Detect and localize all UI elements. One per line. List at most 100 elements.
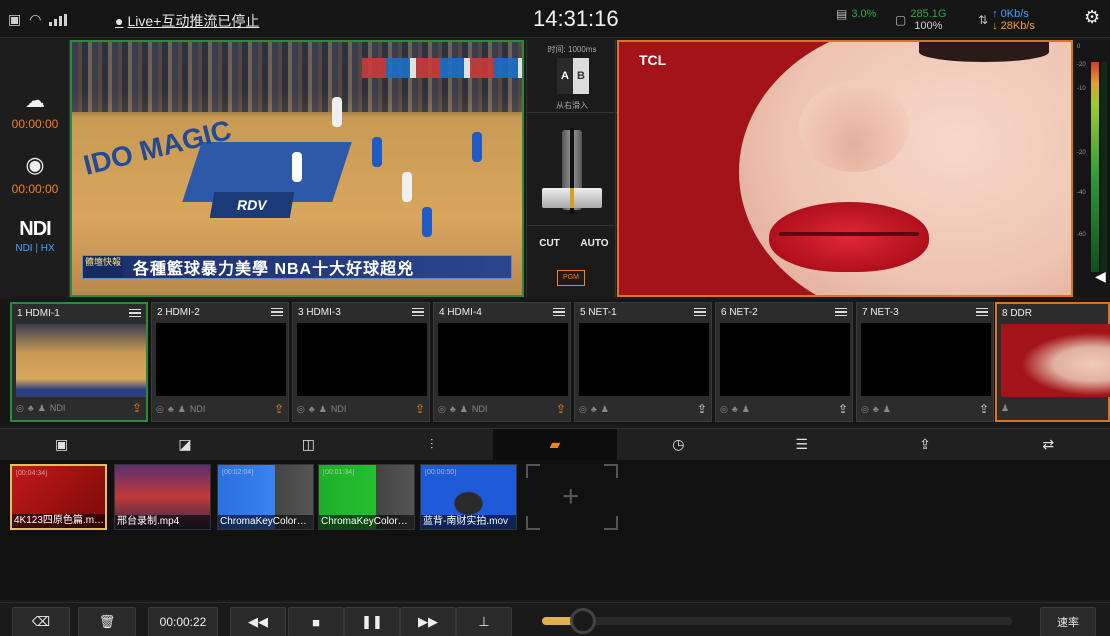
upload-rate: ↑ 0Kb/s <box>992 8 1029 20</box>
push-icon[interactable]: ⇪ <box>979 402 989 416</box>
media-duration: [00:04:34] <box>16 470 48 477</box>
delete-button[interactable]: ⌫ <box>12 607 70 636</box>
playback-controls: ⌫ 🗑 00:00:22 ◀◀ ■ ❚❚ ▶▶ ⊥ 速率 <box>0 602 1110 636</box>
mixer-icon: ⫶ <box>429 436 434 452</box>
upload-cloud-icon: ⇪ <box>919 436 931 452</box>
backspace-icon: ⌫ <box>31 614 51 629</box>
media-item[interactable]: [00:02:04] ChromaKeyColorB… <box>217 464 314 530</box>
audio-icon: ♣ <box>731 403 738 414</box>
tab-mixer[interactable]: ⫶ <box>370 429 493 460</box>
output-panel: ☁ 00:00:00 ◉ 00:00:00 NDI NDI | HX <box>0 40 70 297</box>
bell-icon: ● <box>115 13 124 29</box>
clear-button[interactable]: 🗑 <box>78 607 136 636</box>
auto-button[interactable]: AUTO <box>572 238 617 249</box>
tab-upload[interactable]: ⇪ <box>863 429 986 460</box>
audio-icon: ♣ <box>167 403 174 414</box>
settings-gear-icon[interactable]: ⚙ <box>1084 8 1102 26</box>
tab-timer[interactable]: ◷ <box>617 429 740 460</box>
menu-icon[interactable] <box>129 308 141 318</box>
speed-button[interactable]: 速率 <box>1040 607 1096 636</box>
divider <box>527 225 617 226</box>
fast-forward-button[interactable]: ▶▶ <box>400 607 456 636</box>
push-icon[interactable]: ⇪ <box>274 402 284 416</box>
media-tabs: ▣ ◪ ◫ ⫶ ▰ ◷ ☰ ⇪ ⇄ <box>0 428 1110 460</box>
playback-progress[interactable] <box>542 608 1012 634</box>
cloud-stream-icon: ☁ <box>25 90 45 112</box>
person-icon: ♟ <box>600 403 609 414</box>
source-tile-hdmi-2[interactable]: 2 HDMI-2 ◎ ♣ ♟ NDI ⇪ <box>151 302 289 422</box>
transition-effect-button[interactable]: A B <box>557 58 589 94</box>
player <box>332 97 342 127</box>
pause-icon: ❚❚ <box>361 614 383 629</box>
stream-control[interactable]: ☁ 00:00:00 <box>0 88 70 131</box>
tab-image[interactable]: ▣ <box>0 429 123 460</box>
add-media-button[interactable]: + <box>526 464 618 530</box>
source-label: 3 HDMI-3 <box>298 306 341 318</box>
push-icon: ⊥ <box>478 614 490 629</box>
push-icon[interactable]: ⇪ <box>697 402 707 416</box>
menu-icon[interactable] <box>553 307 565 317</box>
source-tile-net-1[interactable]: 5 NET-1 ◎ ♣ ♟ ⇪ <box>574 302 712 422</box>
court-logo: RDV <box>209 192 295 218</box>
audio-icon: ♣ <box>872 403 879 414</box>
menu-icon[interactable] <box>271 307 283 317</box>
source-thumbnail <box>579 323 709 396</box>
source-tile-hdmi-4[interactable]: 4 HDMI-4 ◎ ♣ ♟ NDI ⇪ <box>433 302 571 422</box>
push-to-program-button[interactable]: ⊥ <box>456 607 512 636</box>
person-icon: ♟ <box>318 403 327 414</box>
source-tile-net-2[interactable]: 6 NET-2 ◎ ♣ ♟ ⇪ <box>715 302 853 422</box>
media-item[interactable]: [00:01:34] ChromaKeyColorG… <box>318 464 415 530</box>
t-bar-handle[interactable] <box>542 188 602 208</box>
live-stream-status[interactable]: ● Live+互动推流已停止 <box>115 11 259 31</box>
push-icon[interactable]: ⇪ <box>415 402 425 416</box>
tab-overlay[interactable]: ◪ <box>123 429 246 460</box>
tab-pip[interactable]: ◫ <box>247 429 370 460</box>
push-icon[interactable]: ⇪ <box>838 402 848 416</box>
media-name: 4K123四原色篇.mp4 <box>12 514 105 528</box>
tab-list[interactable]: ☰ <box>740 429 863 460</box>
folder-icon: ▰ <box>549 436 561 452</box>
source-foot-label: NDI <box>471 403 488 414</box>
player <box>292 152 302 182</box>
transition-panel: 时间: 1000ms A B 从右滑入 CUT AUTO PGM <box>526 40 617 297</box>
source-thumbnail <box>16 324 146 397</box>
ndi-control[interactable]: NDI NDI | HX <box>0 218 70 254</box>
swap-icon: ⇄ <box>1042 436 1055 452</box>
cut-button[interactable]: CUT <box>527 238 572 249</box>
source-tile-ddr[interactable]: 8 DDR ♟ <box>995 302 1110 422</box>
eye-shadow <box>919 42 1049 62</box>
record-control[interactable]: ◉ 00:00:00 <box>0 152 70 196</box>
source-tile-hdmi-1[interactable]: 1 HDMI-1 ◎ ♣ ♟ NDI ⇪ <box>10 302 148 422</box>
rewind-button[interactable]: ◀◀ <box>230 607 286 636</box>
person-icon: ♟ <box>882 403 891 414</box>
speaker-icon[interactable]: ◀ <box>1095 268 1106 285</box>
transition-time: 时间: 1000ms <box>547 45 597 54</box>
system-clock: 14:31:16 <box>533 6 619 31</box>
push-icon[interactable]: ⇪ <box>556 402 566 416</box>
media-item[interactable]: [00:00:50] 蓝背-南财实拍.mov <box>420 464 517 530</box>
source-tile-hdmi-3[interactable]: 3 HDMI-3 ◎ ♣ ♟ NDI ⇪ <box>292 302 430 422</box>
media-item[interactable]: [00:04:34] 4K123四原色篇.mp4 <box>10 464 107 530</box>
preview-monitor[interactable]: IDO MAGIC RDV 體壇快報 各種籃球暴力美學 NBA十大好球超兇 <box>70 40 524 297</box>
storage-icon: ▢ <box>895 13 907 27</box>
menu-icon[interactable] <box>694 307 706 317</box>
menu-icon[interactable] <box>835 307 847 317</box>
arena-ads <box>362 58 522 78</box>
stop-button[interactable]: ■ <box>288 607 344 636</box>
push-icon[interactable]: ⇪ <box>132 401 142 415</box>
media-item[interactable]: 邢台录制.mp4 <box>114 464 211 530</box>
tab-media-files[interactable]: ▰ <box>493 429 617 460</box>
pause-button[interactable]: ❚❚ <box>344 607 400 636</box>
tab-swap[interactable]: ⇄ <box>987 429 1110 460</box>
program-monitor[interactable]: TCL <box>617 40 1073 297</box>
subtitle-text: 各種籃球暴力美學 NBA十大好球超兇 <box>133 261 415 278</box>
source-thumbnail <box>720 323 850 396</box>
source-tile-net-3[interactable]: 7 NET-3 ◎ ♣ ♟ ⇪ <box>856 302 994 422</box>
menu-icon[interactable] <box>412 307 424 317</box>
ndi-mode: NDI | HX <box>15 243 55 254</box>
record-time: 00:00:00 <box>11 182 59 196</box>
media-duration: [00:02:04] <box>222 469 254 476</box>
progress-knob[interactable] <box>569 608 596 634</box>
menu-icon[interactable] <box>976 307 988 317</box>
pgm-indicator[interactable]: PGM <box>557 270 585 286</box>
